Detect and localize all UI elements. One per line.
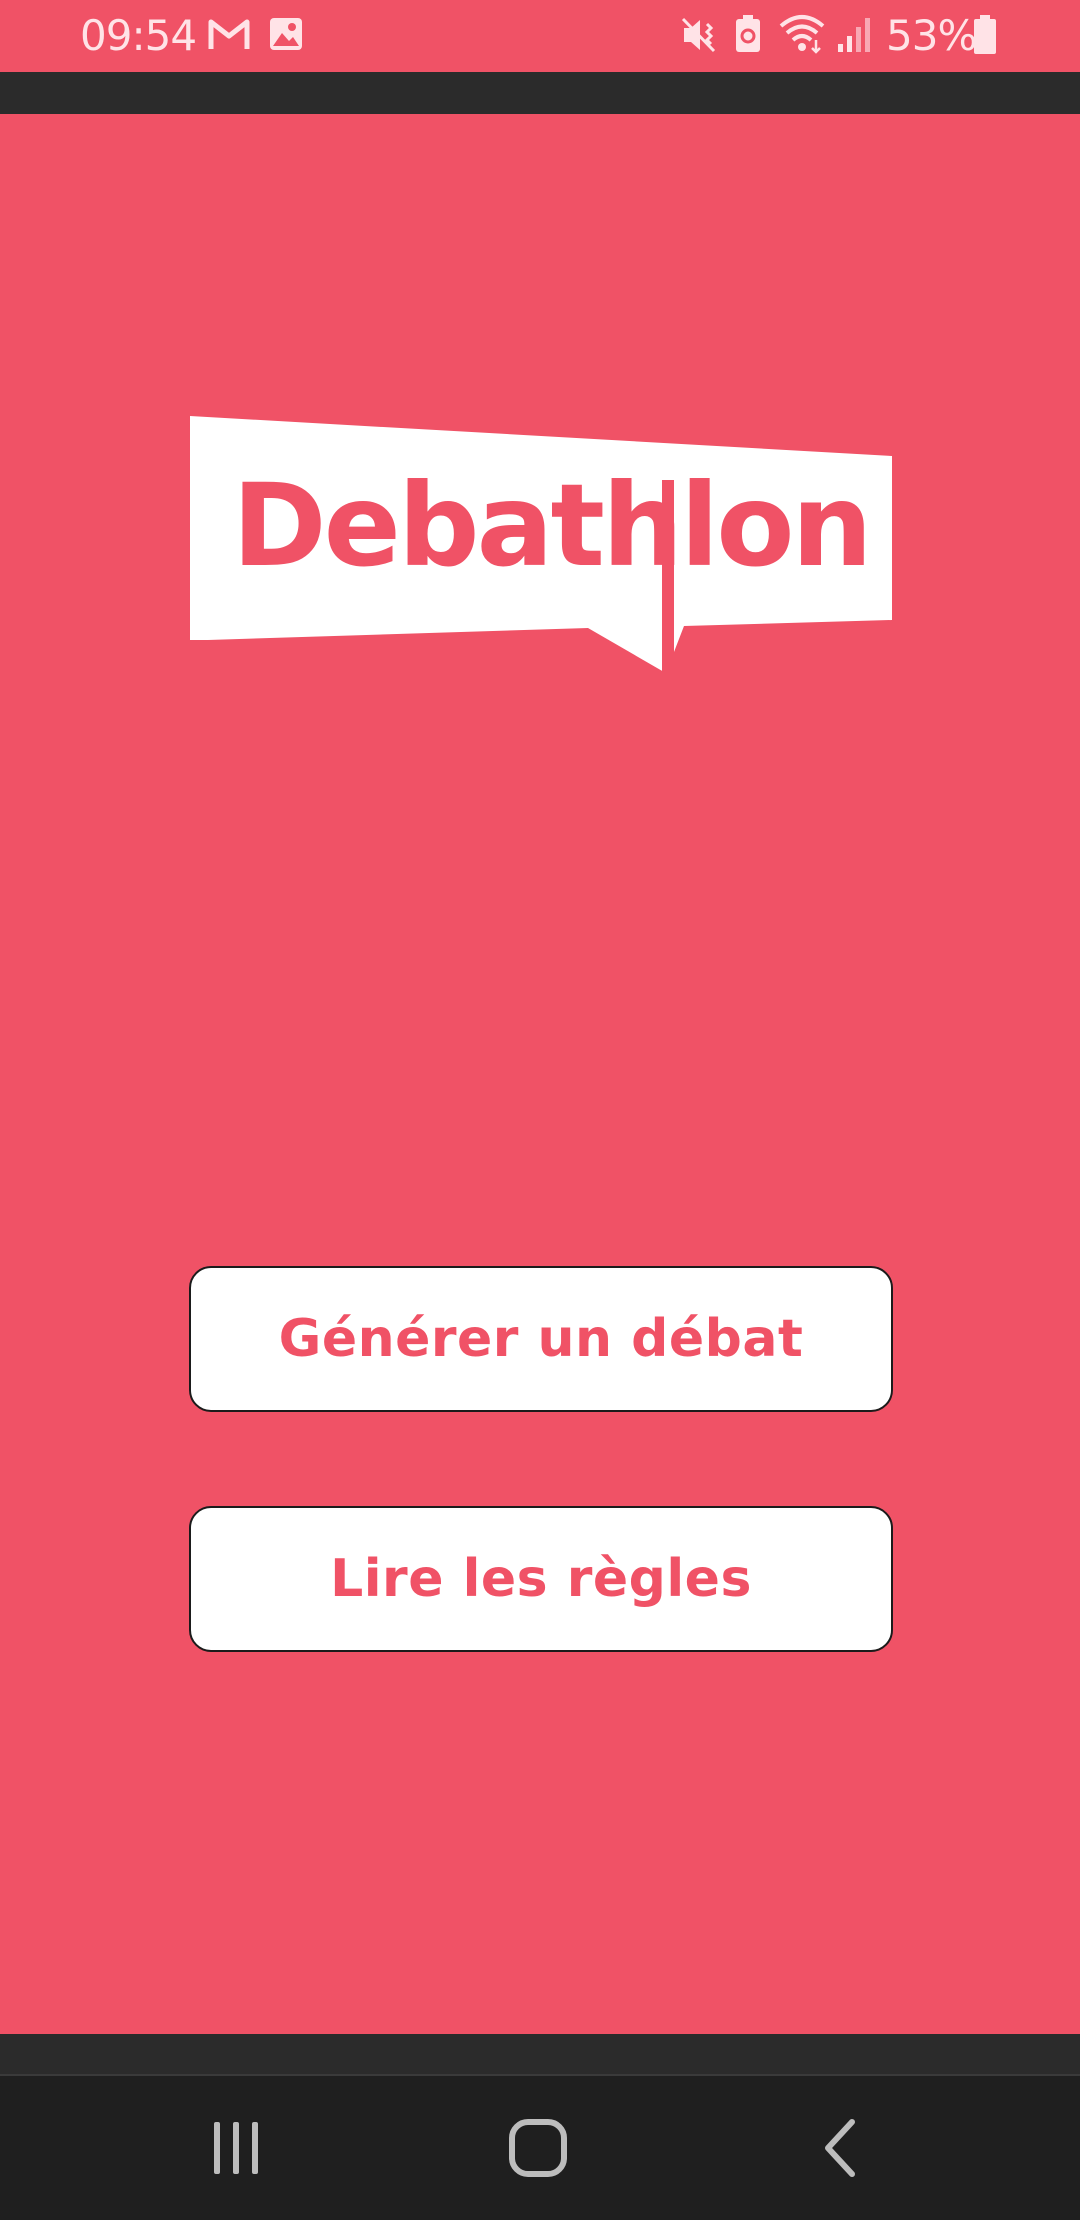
app-top-strip (0, 72, 1080, 114)
read-rules-label: Lire les règles (330, 1549, 752, 1609)
read-rules-button[interactable]: Lire les règles (189, 1506, 893, 1652)
logo-text: Debathlon (232, 459, 873, 592)
vibrate-icon (680, 16, 720, 58)
app-logo: Debathlon (188, 414, 894, 684)
wifi-icon (778, 14, 826, 58)
recent-apps-button[interactable] (200, 2112, 272, 2184)
battery-percent: 53% (886, 11, 977, 60)
logo-letter-l-mark (662, 480, 674, 680)
battery-icon (972, 14, 998, 60)
back-icon (825, 2119, 855, 2177)
home-button[interactable] (502, 2112, 574, 2184)
status-bar: 09:54 53% (0, 0, 1080, 72)
signal-icon (836, 14, 874, 58)
generate-debate-button[interactable]: Générer un débat (189, 1266, 893, 1412)
main-screen: Debathlon Générer un débat Lire les règl… (0, 114, 1080, 2034)
home-icon (509, 2119, 567, 2177)
gmail-icon (208, 18, 250, 56)
battery-saver-icon (734, 14, 762, 58)
navigation-bar (0, 2076, 1080, 2220)
gallery-icon (268, 16, 304, 56)
back-button[interactable] (806, 2112, 878, 2184)
generate-debate-label: Générer un débat (278, 1309, 804, 1369)
recent-apps-icon (214, 2122, 258, 2174)
status-time: 09:54 (80, 11, 197, 60)
app-bottom-strip (0, 2034, 1080, 2076)
